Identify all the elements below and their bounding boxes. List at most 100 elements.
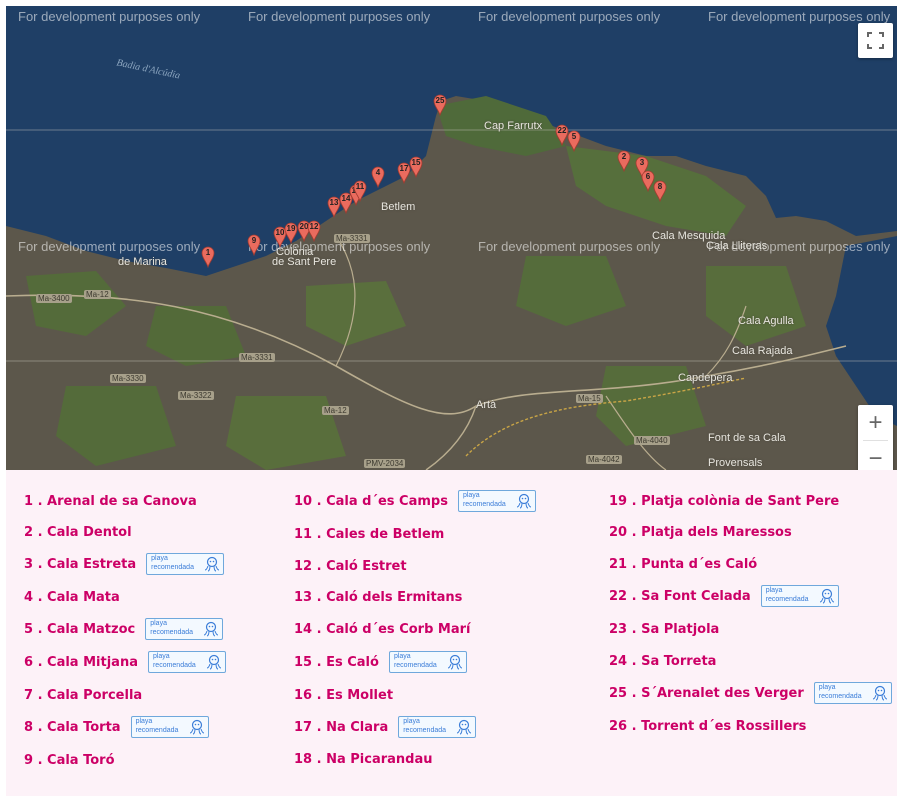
beach-list-item: 3 . Cala Estreta playa recomendada (24, 553, 225, 575)
badge-line-2: recomendada (765, 596, 809, 603)
recommended-beach-badge: playa recomendada (813, 682, 892, 704)
place-label: Cala Agulla (738, 315, 794, 327)
badge-line-1: playa (151, 555, 168, 562)
beach-link[interactable]: 20 . Platja dels Maressos (609, 525, 792, 540)
beach-list-item: 18 . Na Picarandau (294, 750, 433, 768)
recommended-beach-badge: playa recomendada (398, 716, 477, 738)
beach-list: 1 . Arenal de sa Canova 2 . Cala Dentol 3 … (6, 470, 897, 796)
beach-link[interactable]: 11 . Cales de Betlem (294, 527, 444, 542)
beach-list-item: 14 . Caló d´es Corb Marí (294, 620, 470, 638)
beach-link[interactable]: 21 . Punta d´es Caló (609, 557, 757, 572)
zoom-out-button[interactable]: − (858, 441, 893, 471)
map-marker[interactable]: 4 (371, 166, 385, 188)
beach-list-item: 7 . Cala Porcella (24, 686, 142, 704)
recommended-beach-badge: playa recomendada (146, 553, 225, 575)
recommended-beach-badge: playa recomendada (145, 618, 224, 640)
map-marker[interactable]: 5 (567, 130, 581, 152)
beach-link[interactable]: 9 . Cala Toró (24, 753, 115, 768)
zoom-in-button[interactable]: + (858, 405, 893, 440)
map-base (6, 6, 897, 470)
badge-line-2: recomendada (150, 629, 194, 636)
badge-line-2: recomendada (818, 693, 862, 700)
map-marker[interactable]: 2 (617, 150, 631, 172)
beach-list-item: 13 . Caló dels Ermitans (294, 588, 462, 606)
octopus-icon (872, 685, 887, 701)
road-label: Ma-12 (322, 406, 349, 415)
beach-link[interactable]: 13 . Caló dels Ermitans (294, 590, 462, 605)
map-marker-label: 25 (435, 96, 445, 105)
beach-link[interactable]: 26 . Torrent d´es Rossillers (609, 719, 806, 734)
octopus-icon (189, 719, 204, 735)
badge-line-2: recomendada (151, 564, 194, 571)
beach-link[interactable]: 16 . Es Mollet (294, 688, 393, 703)
map-marker-label: 5 (571, 132, 577, 141)
place-label: de Sant Pere (272, 256, 337, 268)
beach-list-item: 24 . Sa Torreta (609, 652, 716, 670)
map-marker-label: 11 (355, 182, 365, 191)
beach-list-item: 16 . Es Mollet (294, 686, 393, 704)
map-watermark: For development purposes only (478, 9, 661, 24)
beach-link[interactable]: 3 . Cala Estreta (24, 557, 136, 572)
badge-line-2: recomendada (403, 727, 447, 734)
road-label: Ma-3331 (239, 353, 275, 362)
octopus-icon (206, 654, 222, 670)
map-marker[interactable]: 25 (433, 94, 447, 116)
octopus-icon (819, 588, 834, 604)
recommended-beach-badge: playa recomendada (130, 716, 209, 738)
octopus-icon (205, 556, 220, 572)
beach-list-item: 21 . Punta d´es Caló (609, 555, 757, 573)
badge-line-1: playa (403, 718, 420, 725)
beach-list-item: 22 . Sa Font Celada playa recomendada (609, 585, 839, 607)
map-marker-label: 9 (251, 236, 257, 245)
map-marker-label: 3 (639, 158, 645, 167)
octopus-icon (447, 654, 462, 670)
beach-link[interactable]: 18 . Na Picarandau (294, 752, 433, 767)
beach-list-item: 9 . Cala Toró (24, 751, 115, 769)
map-marker[interactable]: 8 (653, 180, 667, 202)
beach-link[interactable]: 14 . Caló d´es Corb Marí (294, 622, 470, 637)
beach-link[interactable]: 7 . Cala Porcella (24, 688, 142, 703)
recommended-beach-badge: playa recomendada (388, 651, 467, 673)
octopus-icon (204, 621, 219, 637)
beach-link[interactable]: 15 . Es Caló (294, 655, 379, 670)
map-marker-label: 19 (286, 224, 296, 233)
map-marker[interactable]: 1 (201, 246, 215, 268)
beach-link[interactable]: 4 . Cala Mata (24, 590, 120, 605)
map-marker[interactable]: 11 (353, 180, 367, 202)
map-watermark: For development purposes only (18, 9, 201, 24)
place-label: Cala Lliteras (706, 240, 768, 252)
beach-link[interactable]: 8 . Cala Torta (24, 720, 121, 735)
badge-line-1: playa (150, 620, 167, 627)
beach-link[interactable]: 6 . Cala Mitjana (24, 655, 138, 670)
map-view[interactable]: For development purposes only For develo… (6, 6, 897, 470)
beach-link[interactable]: 12 . Caló Estret (294, 559, 407, 574)
map-watermark: For development purposes only (708, 9, 891, 24)
map-marker[interactable]: 15 (409, 156, 423, 178)
beach-link[interactable]: 5 . Cala Matzoc (24, 622, 135, 637)
beach-link[interactable]: 19 . Platja colònia de Sant Pere (609, 494, 839, 509)
beach-list-item: 17 . Na Clara playa recomendada (294, 716, 477, 738)
beach-list-item: 2 . Cala Dentol (24, 523, 132, 541)
beach-link[interactable]: 23 . Sa Platjola (609, 622, 719, 637)
beach-link[interactable]: 22 . Sa Font Celada (609, 589, 751, 604)
beach-list-item: 10 . Cala d´es Camps playa recomendada (294, 490, 536, 512)
beach-link[interactable]: 25 . S´Arenalet des Verger (609, 686, 804, 701)
beach-link[interactable]: 10 . Cala d´es Camps (294, 494, 448, 509)
beach-list-item: 12 . Caló Estret (294, 557, 407, 575)
beach-link[interactable]: 2 . Cala Dentol (24, 525, 132, 540)
map-marker[interactable]: 9 (247, 234, 261, 256)
map-marker-label: 8 (657, 182, 663, 191)
place-label: Artà (476, 399, 497, 411)
badge-line-1: playa (393, 653, 411, 660)
map-marker[interactable]: 19 (284, 222, 298, 244)
road-label: Ma-4042 (586, 455, 622, 464)
beach-link[interactable]: 24 . Sa Torreta (609, 654, 716, 669)
map-marker-label: 1 (205, 248, 211, 257)
beach-link[interactable]: 17 . Na Clara (294, 720, 388, 735)
map-marker[interactable]: 12 (307, 220, 321, 242)
fullscreen-button[interactable] (858, 23, 893, 58)
octopus-icon (457, 719, 472, 735)
beach-link[interactable]: 1 . Arenal de sa Canova (24, 494, 197, 509)
fullscreen-icon (867, 32, 884, 49)
beach-list-item: 11 . Cales de Betlem (294, 525, 444, 543)
